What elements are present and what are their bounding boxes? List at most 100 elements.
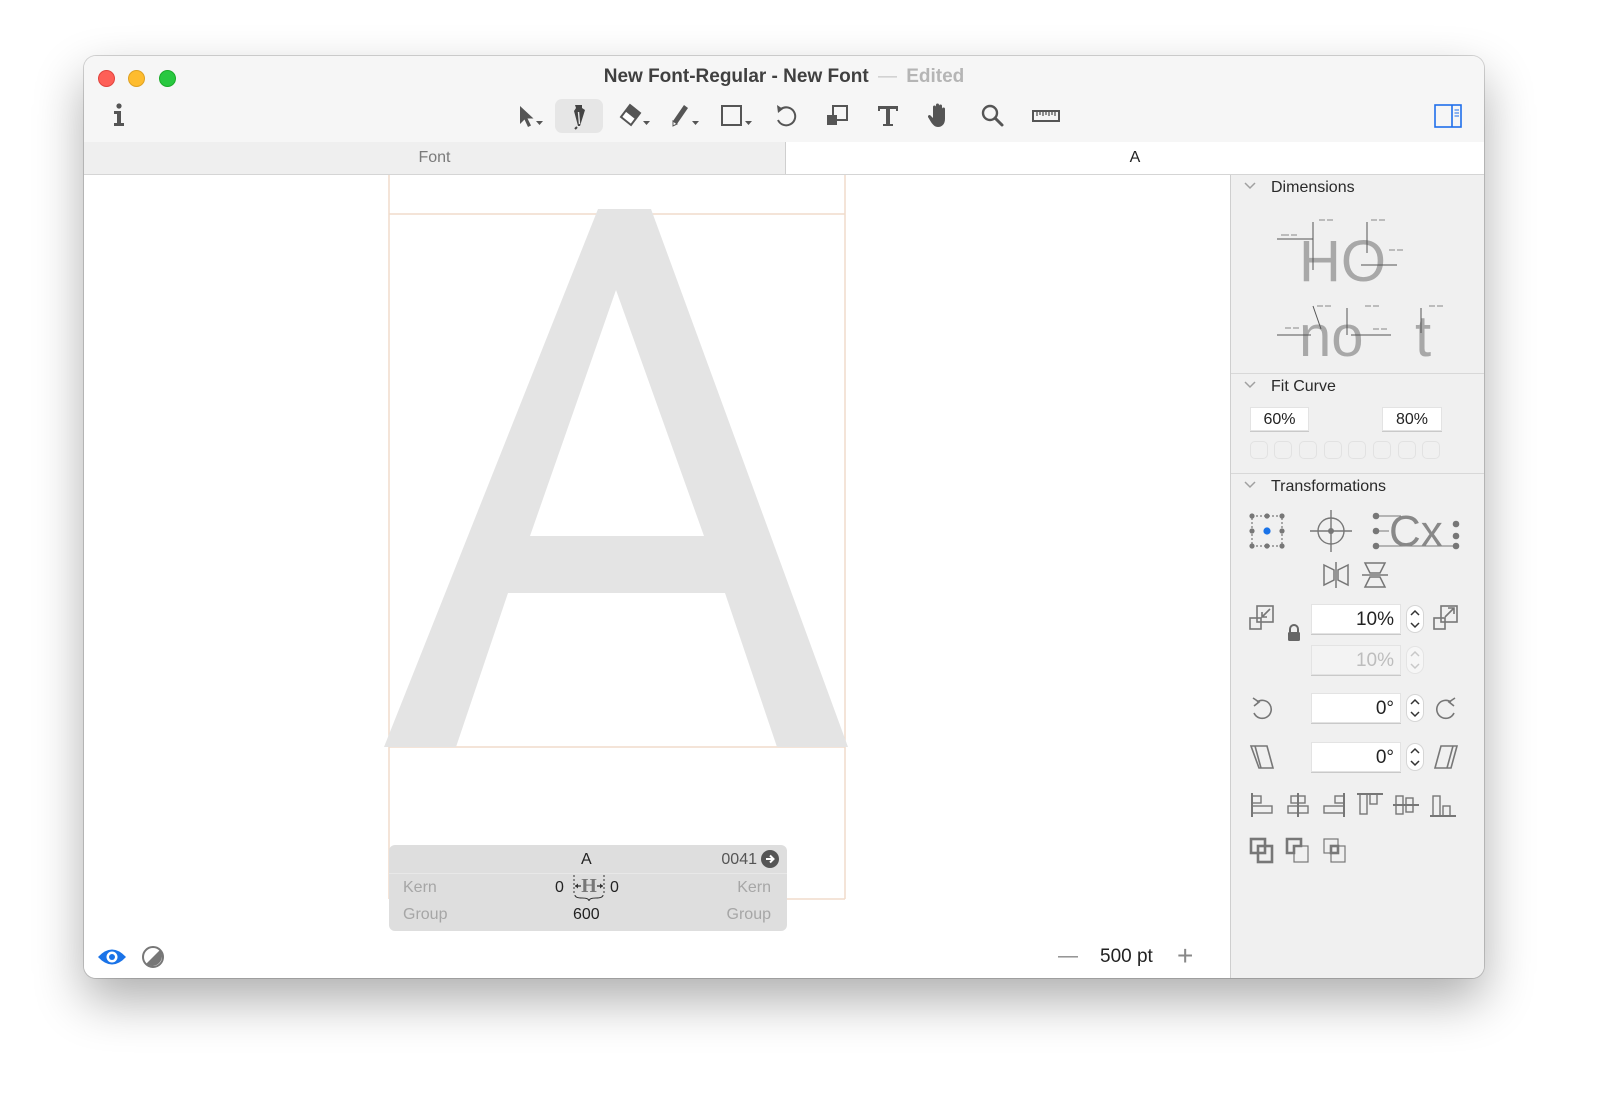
- rotate-angle-field[interactable]: 0°: [1311, 693, 1401, 723]
- preview-eye-icon[interactable]: [97, 946, 127, 968]
- scale-down-icon[interactable]: [1247, 603, 1277, 633]
- zoom-tool-button[interactable]: [978, 99, 1008, 133]
- rotate-cw-icon[interactable]: [1431, 693, 1461, 723]
- chevron-down-icon: [1244, 182, 1256, 190]
- title-bar: New Font-Regular - New Font — Edited: [84, 56, 1484, 143]
- path-subtract-icon[interactable]: [1284, 836, 1312, 866]
- transformations-section-header[interactable]: Transformations: [1231, 474, 1484, 500]
- document-title: New Font-Regular - New Font: [603, 66, 869, 87]
- fit-curve-preset-button[interactable]: [1373, 441, 1391, 459]
- pencil-tool-button[interactable]: [664, 99, 704, 133]
- fit-curve-preset-button[interactable]: [1348, 441, 1366, 459]
- align-top-icon[interactable]: [1356, 791, 1384, 819]
- scale-y-stepper[interactable]: [1407, 647, 1423, 673]
- inspector-panel: Dimensions HO no t Fit Curve 60% 80% Tra…: [1230, 175, 1484, 978]
- tab-glyph-a[interactable]: A: [786, 142, 1484, 174]
- slant-angle-field[interactable]: 0°: [1311, 742, 1401, 772]
- transform-origin-grid-icon[interactable]: [1247, 511, 1287, 551]
- glyph-outline-a[interactable]: [384, 209, 848, 747]
- fit-curve-max-field[interactable]: 80%: [1382, 407, 1442, 431]
- edited-status: Edited: [906, 66, 965, 87]
- align-right-icon[interactable]: [1321, 791, 1347, 819]
- zoom-level-value[interactable]: 500 pt: [1100, 946, 1153, 968]
- title-separator: —: [877, 66, 897, 87]
- scale-x-field[interactable]: 10%: [1311, 604, 1401, 634]
- dimensions-section-header[interactable]: Dimensions: [1231, 175, 1484, 201]
- left-group-label: Group: [403, 906, 448, 923]
- svg-text:H: H: [581, 875, 597, 897]
- fit-curve-preset-button[interactable]: [1299, 441, 1317, 459]
- scale-up-icon[interactable]: [1431, 603, 1461, 633]
- fit-curve-preset-button[interactable]: [1250, 441, 1268, 459]
- fit-curve-preset-button[interactable]: [1398, 441, 1416, 459]
- info-icon: [114, 103, 124, 126]
- sidebar-right-icon: [1434, 104, 1462, 128]
- fit-curve-preset-button[interactable]: [1422, 441, 1440, 459]
- glyph-name[interactable]: A: [581, 851, 592, 869]
- tab-font[interactable]: Font: [84, 142, 786, 174]
- select-tool-button[interactable]: [512, 99, 548, 133]
- stepper-arrows-icon: [1410, 747, 1420, 767]
- align-center-horizontal-icon[interactable]: [1285, 791, 1311, 819]
- left-kern-label: Kern: [403, 879, 437, 896]
- go-arrow-icon[interactable]: [761, 850, 779, 868]
- eraser-tool-button[interactable]: [614, 99, 654, 133]
- chevron-down-icon: [1244, 381, 1256, 389]
- zoom-in-button[interactable]: +: [1177, 940, 1193, 972]
- fit-curve-preset-button[interactable]: [1274, 441, 1292, 459]
- crosshair-origin-icon[interactable]: [1308, 508, 1354, 554]
- pen-tool-button[interactable]: [555, 99, 603, 133]
- slant-left-icon[interactable]: [1247, 742, 1277, 772]
- toggle-sidebar-button[interactable]: [1434, 104, 1462, 133]
- stepper-arrows-icon: [1410, 609, 1420, 629]
- path-union-icon[interactable]: [1248, 836, 1276, 866]
- glyph-unicode[interactable]: 0041: [721, 851, 757, 869]
- scale-tool-button[interactable]: [822, 99, 852, 133]
- fit-curve-section-header[interactable]: Fit Curve: [1231, 374, 1484, 400]
- app-window: New Font-Regular - New Font — Edited Fon…: [84, 56, 1484, 978]
- transformations-title: Transformations: [1271, 478, 1386, 495]
- glyph-width-value[interactable]: 600: [573, 906, 600, 924]
- contrast-toggle-icon[interactable]: [141, 945, 165, 969]
- eraser-icon: [619, 103, 650, 127]
- rotate-ccw-icon[interactable]: [1247, 693, 1277, 723]
- rectangle-icon: [721, 105, 752, 126]
- right-kern-value[interactable]: 0: [610, 879, 619, 897]
- measure-tool-button[interactable]: [1029, 99, 1063, 133]
- zoom-out-button[interactable]: —: [1058, 945, 1078, 968]
- lock-icon[interactable]: [1286, 623, 1302, 643]
- rectangle-tool-button[interactable]: [716, 99, 758, 133]
- fit-curve-preset-button[interactable]: [1324, 441, 1342, 459]
- path-intersect-icon[interactable]: [1321, 836, 1349, 866]
- scale-icon: [827, 105, 848, 125]
- magnifier-icon: [981, 104, 1004, 127]
- align-left-icon[interactable]: [1249, 791, 1275, 819]
- pen-nib-icon: [574, 105, 585, 130]
- scale-x-stepper[interactable]: [1407, 606, 1423, 632]
- rotate-tool-button[interactable]: [770, 99, 800, 133]
- metrics-origin-icon[interactable]: Cx: [1371, 508, 1461, 554]
- sidebearing-link-icon[interactable]: H: [572, 873, 606, 903]
- slant-right-icon[interactable]: [1431, 742, 1461, 772]
- left-kern-value[interactable]: 0: [555, 879, 564, 897]
- rotate-icon: [777, 105, 797, 127]
- glyph-info-bar: A 0041 Kern 0 H 0 Kern Group 600 Group: [389, 845, 787, 931]
- chevron-down-icon: [1244, 481, 1256, 489]
- dimensions-title: Dimensions: [1271, 179, 1355, 196]
- flip-vertical-icon[interactable]: [1360, 560, 1390, 590]
- glyph-canvas[interactable]: A 0041 Kern 0 H 0 Kern Group 600 Group —…: [84, 175, 1230, 978]
- dimensions-preview[interactable]: HO no t: [1231, 213, 1484, 373]
- align-center-vertical-icon[interactable]: [1392, 791, 1420, 819]
- info-button[interactable]: [108, 102, 130, 128]
- window-title: New Font-Regular - New Font — Edited: [84, 66, 1484, 88]
- align-bottom-icon[interactable]: [1429, 791, 1457, 819]
- flip-horizontal-icon[interactable]: [1321, 560, 1351, 590]
- fit-curve-min-field[interactable]: 60%: [1250, 407, 1309, 431]
- hand-tool-button[interactable]: [925, 99, 955, 133]
- slant-stepper[interactable]: [1407, 744, 1423, 770]
- dimensions-preview-t: t: [1415, 304, 1431, 369]
- scale-y-field[interactable]: 10%: [1311, 645, 1401, 675]
- text-tool-button[interactable]: [873, 99, 903, 133]
- tab-bar: Font A: [84, 142, 1484, 175]
- rotate-stepper[interactable]: [1407, 695, 1423, 721]
